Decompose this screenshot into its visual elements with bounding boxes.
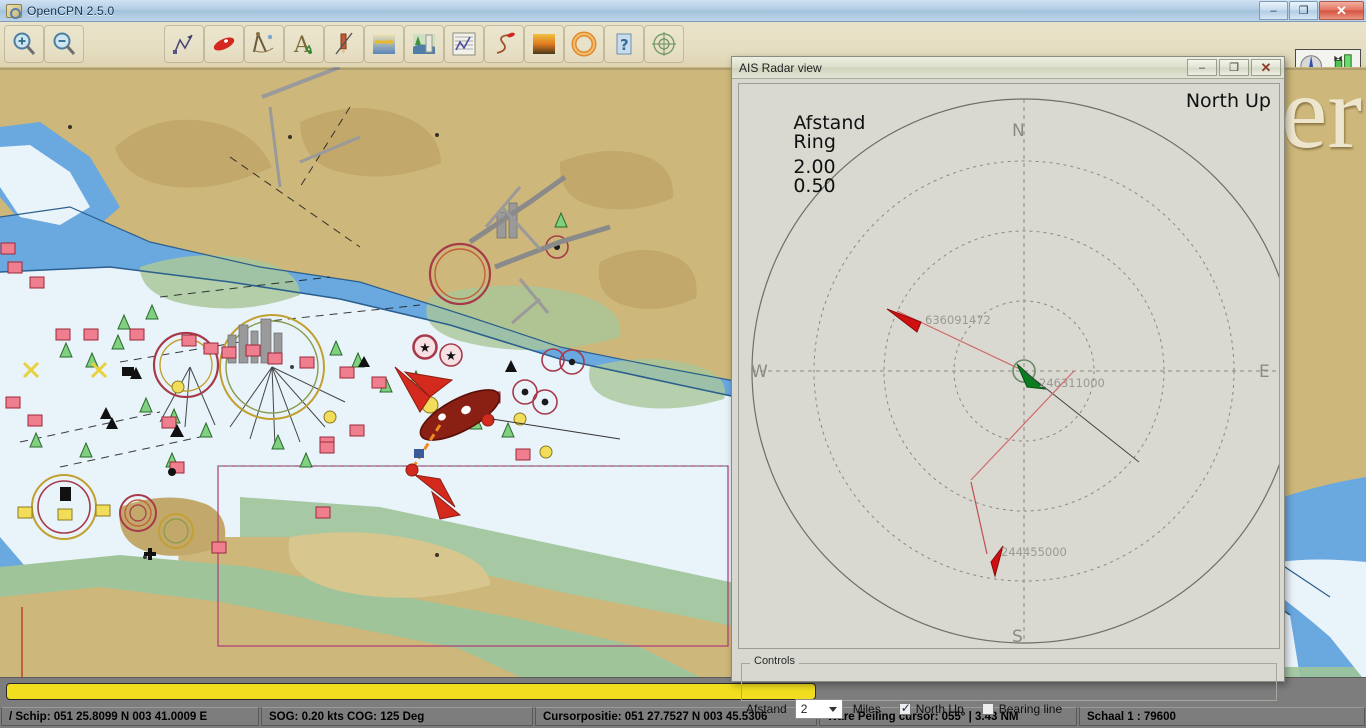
radar-controls-row: Afstand 2 Miles North Up Bearing line — [746, 699, 1062, 719]
status-ship-position: / Schip: 051 25.8099 N 003 41.0009 E — [1, 707, 259, 726]
ais-radar-minimize-button[interactable]: – — [1187, 59, 1217, 76]
ais-radar-plot[interactable]: 636091472 246311000 244455000 N E S W Af… — [738, 83, 1280, 649]
ais-radar-dialog[interactable]: AIS Radar view – ❐ ✕ 636091472 246311000… — [731, 56, 1285, 719]
compass-n: N — [1012, 121, 1025, 141]
bearing-line-checkbox[interactable]: Bearing line — [981, 702, 1063, 716]
toolbar-spacer-2 — [124, 25, 164, 63]
toolbar-spacer-1 — [84, 25, 124, 63]
minimize-button[interactable]: – — [1259, 1, 1288, 20]
follow-ship-button[interactable] — [644, 25, 684, 63]
compass-w: W — [751, 362, 768, 382]
ais-radar-title: AIS Radar view — [739, 60, 822, 75]
create-route-button[interactable] — [164, 25, 204, 63]
sunset-button[interactable] — [524, 25, 564, 63]
text-label-button[interactable]: A — [284, 25, 324, 63]
opencpn-application-window: OpenCPN 2.5.0 – ❐ ✕ A ? ★ ★ er AIS Radar… — [0, 0, 1366, 728]
compass-s: S — [1012, 627, 1023, 647]
svg-text:?: ? — [620, 36, 629, 54]
radar-orientation-label: North Up — [1185, 90, 1271, 112]
tide-button[interactable] — [364, 25, 404, 63]
unit-label: Miles — [852, 702, 881, 716]
track-button[interactable] — [484, 25, 524, 63]
ais-radar-close-button[interactable]: ✕ — [1251, 59, 1281, 76]
toolbar-buttons: A ? — [4, 25, 684, 63]
help-button[interactable]: ? — [604, 25, 644, 63]
distance-select-value: 2 — [800, 702, 808, 716]
ais-radar-titlebar: AIS Radar view – ❐ ✕ — [732, 57, 1284, 79]
radar-ring-value: 0.50 — [793, 175, 836, 197]
svg-text:★: ★ — [445, 348, 457, 363]
status-bar: / Schip: 051 25.8099 N 003 41.0009 E SOG… — [0, 705, 1366, 728]
maximize-button[interactable]: ❐ — [1289, 1, 1318, 20]
current-button[interactable] — [404, 25, 444, 63]
measure-button[interactable] — [244, 25, 284, 63]
compass-e: E — [1259, 362, 1270, 382]
route-manager-button[interactable] — [204, 25, 244, 63]
gps-compass-signal-widget[interactable] — [1295, 49, 1361, 67]
window-titlebar: OpenCPN 2.5.0 – ❐ ✕ — [0, 0, 1366, 22]
ais-target-label-2: 246311000 — [1039, 376, 1105, 390]
opencpn-logo-icon — [6, 3, 22, 19]
bearing-line-label: Bearing line — [998, 702, 1063, 716]
ais-target-label-3: 244455000 — [1001, 545, 1067, 559]
chart-load-progress — [6, 683, 816, 700]
distance-label: Afstand — [746, 702, 787, 716]
ais-target-label-1: 636091472 — [925, 313, 991, 327]
compass-needle-icon — [1300, 55, 1322, 67]
ais-button[interactable] — [564, 25, 604, 63]
svg-text:★: ★ — [419, 340, 431, 355]
chevron-down-icon — [828, 707, 837, 712]
radar-controls-legend: Controls — [750, 655, 799, 667]
svg-text:A: A — [293, 33, 311, 58]
north-up-label: North Up — [915, 702, 964, 716]
mark-button[interactable] — [324, 25, 364, 63]
chart-table-button[interactable] — [444, 25, 484, 63]
window-title: OpenCPN 2.5.0 — [27, 3, 115, 18]
radar-controls-box — [741, 663, 1277, 701]
checkbox-unchecked-icon — [981, 703, 994, 715]
radar-ring-line: Ring 0.50 — [745, 109, 836, 219]
checkbox-checked-icon — [898, 701, 911, 715]
close-button[interactable]: ✕ — [1319, 1, 1364, 20]
status-sog-cog: SOG: 0.20 kts COG: 125 Deg — [261, 707, 533, 726]
status-scale: Schaal 1 : 79600 — [1079, 707, 1365, 726]
window-controls: – ❐ ✕ — [1258, 1, 1364, 20]
ais-radar-window-controls: – ❐ ✕ — [1185, 59, 1281, 76]
radar-ring-label: Ring — [793, 131, 836, 153]
north-up-checkbox[interactable]: North Up — [898, 701, 964, 716]
ais-radar-maximize-button[interactable]: ❐ — [1219, 59, 1249, 76]
signal-bars-icon — [1334, 54, 1352, 67]
distance-select[interactable]: 2 — [794, 699, 843, 719]
zoom-in-button[interactable] — [4, 25, 44, 63]
zoom-out-button[interactable] — [44, 25, 84, 63]
